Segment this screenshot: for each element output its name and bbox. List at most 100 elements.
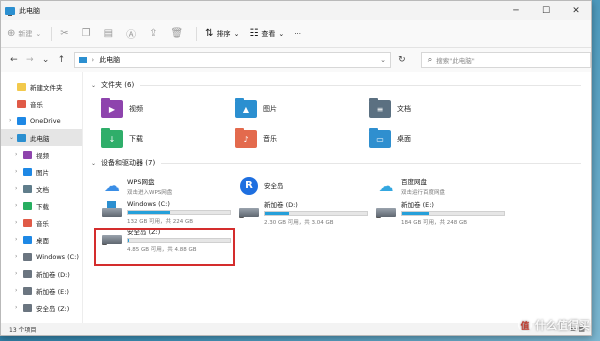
breadcrumb-location[interactable]: 此电脑 <box>99 55 120 65</box>
forward-button[interactable]: → <box>23 55 37 65</box>
search-input[interactable]: ⌕ 搜索"此电脑" <box>420 52 591 68</box>
sidebar-item[interactable]: › 安全岛 (Z:) <box>1 299 82 316</box>
sort-button[interactable]: ⇅ 排序 ⌄ <box>205 28 239 39</box>
devices-group-header[interactable]: ⌄ 设备和驱动器 (7) <box>91 156 581 170</box>
devices-group-title: 设备和驱动器 (7) <box>101 159 156 167</box>
drive-item[interactable]: Windows (C:) 132 GB 可用，共 224 GB <box>101 199 238 226</box>
plus-icon: ⊕ <box>7 28 16 39</box>
device-info: WPS网盘双击进入WPS网盘 <box>127 176 231 196</box>
app-location-item[interactable]: R 安全岛 <box>238 172 375 199</box>
maximize-button[interactable]: ☐ <box>531 1 561 20</box>
drive-item[interactable]: 新加卷 (D:) 2.30 GB 可用，共 3.04 GB <box>238 199 375 226</box>
folder-item[interactable]: ↓ 下载 <box>101 124 235 154</box>
desktop-icon <box>23 235 32 244</box>
chevron-down-icon: ⌄ <box>233 29 240 38</box>
chevron-right-icon[interactable]: › <box>15 219 23 226</box>
sidebar-item[interactable]: › 下载 <box>1 197 82 214</box>
folder-item[interactable]: ♪ 音乐 <box>235 124 369 154</box>
device-name: 新加卷 (D:) <box>264 201 298 209</box>
sidebar-item[interactable]: › 视频 <box>1 146 82 163</box>
sidebar-item[interactable]: 音乐 <box>1 95 82 112</box>
chevron-right-icon[interactable]: › <box>15 151 23 158</box>
recent-locations-button[interactable]: ⌄ <box>39 55 53 65</box>
chevron-right-icon[interactable]: ⌄ <box>9 134 17 141</box>
sort-icon: ⇅ <box>205 28 214 39</box>
sidebar-item[interactable]: › 新加卷 (E:) <box>1 282 82 299</box>
pc-icon <box>17 133 26 142</box>
device-subtitle: 双击进入WPS网盘 <box>127 189 173 196</box>
up-button[interactable]: ↑ <box>55 55 69 65</box>
sidebar-item-label: 新建文件夹 <box>30 83 63 92</box>
folder-item[interactable]: ▶ 视频 <box>101 94 235 124</box>
sidebar-item-label: 音乐 <box>30 100 43 109</box>
chevron-right-icon[interactable]: › <box>15 253 23 260</box>
address-field[interactable]: › 此电脑 ⌄ <box>74 52 391 68</box>
watermark-text: 什么值得买 <box>535 319 590 332</box>
folder-item[interactable]: ▲ 图片 <box>235 94 369 124</box>
sidebar-item[interactable]: › 图片 <box>1 163 82 180</box>
chevron-right-icon[interactable]: › <box>15 304 23 311</box>
picture-icon <box>23 167 32 176</box>
capacity-bar <box>127 210 231 215</box>
view-button[interactable]: ☷ 查看 ⌄ <box>249 28 284 39</box>
file-explorer-window: 此电脑 ─ ☐ ✕ ⊕ 新建 ⌄ ✂ ❐ ▤ Ⓐ ⇪ 🗑 ⇅ 排序 ⌄ ☷ 查看… <box>0 0 592 336</box>
app-location-item[interactable]: ☁ WPS网盘 双击进入WPS网盘 <box>101 172 238 199</box>
drive-item[interactable]: 新加卷 (E:) 184 GB 可用，共 248 GB <box>375 199 512 226</box>
chevron-down-icon: ⌄ <box>278 29 285 38</box>
device-info: 新加卷 (D:) 2.30 GB 可用，共 3.04 GB <box>264 199 368 226</box>
sidebar-item[interactable]: › Windows (C:) <box>1 248 82 265</box>
back-button[interactable]: ← <box>7 55 21 65</box>
sidebar-item[interactable]: › OneDrive <box>1 112 82 129</box>
chevron-right-icon[interactable]: › <box>15 168 23 175</box>
close-button[interactable]: ✕ <box>561 1 591 20</box>
app-location-item[interactable]: ☁ 百度网盘 双击运行百度网盘 <box>375 172 512 199</box>
watermark: 值 什么值得买 <box>518 317 590 333</box>
more-button[interactable]: ··· <box>294 30 301 38</box>
sidebar-item-label: 音乐 <box>36 219 49 228</box>
sidebar-item-label: 安全岛 (Z:) <box>36 304 70 313</box>
sidebar-item[interactable]: 新建文件夹 <box>1 78 82 95</box>
device-subtitle: 132 GB 可用，共 224 GB <box>127 219 194 225</box>
folders-group-header[interactable]: ⌄ 文件夹 (6) <box>91 78 581 92</box>
delete-button[interactable]: 🗑 <box>170 28 186 39</box>
chevron-right-icon[interactable]: › <box>9 117 17 124</box>
sidebar-item[interactable]: › 文档 <box>1 180 82 197</box>
chevron-right-icon[interactable]: › <box>15 202 23 209</box>
sidebar-item[interactable]: ⌄ 此电脑 <box>1 129 82 146</box>
sidebar-item[interactable]: › 音乐 <box>1 214 82 231</box>
sidebar-item-label: 新加卷 (E:) <box>36 287 69 296</box>
device-name: 新加卷 (E:) <box>401 201 434 209</box>
this-pc-icon <box>79 57 88 63</box>
copy-button[interactable]: ❐ <box>82 28 94 39</box>
this-pc-icon <box>5 6 15 16</box>
drive-icon <box>375 203 397 223</box>
minimize-button[interactable]: ─ <box>501 1 531 20</box>
chevron-right-icon[interactable]: › <box>15 236 23 243</box>
rename-icon: Ⓐ <box>126 30 137 41</box>
sidebar-item[interactable]: › 桌面 <box>1 231 82 248</box>
folder-item[interactable]: ≡ 文档 <box>369 94 503 124</box>
video-icon: ▶ <box>101 98 123 118</box>
folder-icon <box>17 82 26 91</box>
chevron-right-icon[interactable]: › <box>15 270 23 277</box>
chevron-down-icon[interactable]: ⌄ <box>380 56 386 64</box>
chevron-right-icon[interactable]: › <box>15 185 23 192</box>
cloud-icon <box>17 116 26 125</box>
device-subtitle: 双击运行百度网盘 <box>401 189 446 196</box>
device-name: WPS网盘 <box>127 177 155 186</box>
chevron-right-icon[interactable]: › <box>15 287 23 294</box>
explorer-body: 新建文件夹 音乐 › OneDrive ⌄ 此电脑 › 视频 › 图片 › 文档 › 下载 › 音乐 › 桌面 › W… <box>1 72 591 323</box>
paste-button[interactable]: ▤ <box>104 28 116 39</box>
folder-item[interactable]: ▭ 桌面 <box>369 124 503 154</box>
windows-drive-icon <box>101 201 123 223</box>
music-icon <box>23 218 32 227</box>
refresh-button[interactable]: ↻ <box>395 55 409 65</box>
download-icon: ↓ <box>101 128 123 148</box>
cut-button[interactable]: ✂ <box>60 28 71 39</box>
view-icon: ☷ <box>249 28 259 39</box>
music-icon <box>17 99 26 108</box>
share-button[interactable]: ⇪ <box>149 28 160 39</box>
new-button[interactable]: ⊕ 新建 ⌄ <box>7 28 41 39</box>
rename-button[interactable]: Ⓐ <box>126 26 139 41</box>
sidebar-item[interactable]: › 新加卷 (D:) <box>1 265 82 282</box>
